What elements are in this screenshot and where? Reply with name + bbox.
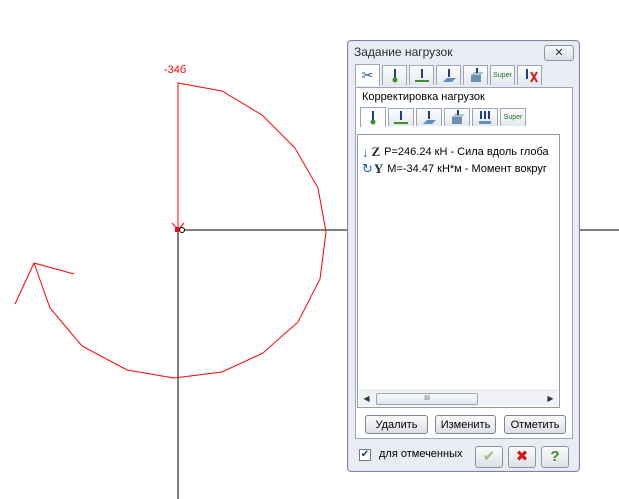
selected-node[interactable] bbox=[175, 227, 179, 232]
correct-icon bbox=[525, 68, 538, 83]
tab-scissors[interactable]: ✂ bbox=[355, 64, 380, 86]
axis-label: Z bbox=[371, 144, 381, 159]
force-arrow-icon: ↓ bbox=[362, 144, 369, 160]
dialog-title-bar[interactable]: Задание нагрузок ✕ bbox=[348, 41, 579, 63]
load-text: P=246.24 кН - Сила вдоль глоба bbox=[384, 146, 549, 158]
close-icon: ✕ bbox=[554, 47, 564, 59]
dialog-title: Задание нагрузок bbox=[354, 45, 453, 59]
subtab-super[interactable]: Super bbox=[500, 108, 526, 126]
multi-load-icon bbox=[479, 110, 491, 124]
tab-node-load[interactable] bbox=[382, 65, 407, 85]
subtab-multi-load[interactable] bbox=[472, 108, 498, 126]
subtab-bar-load[interactable] bbox=[388, 108, 414, 126]
scroll-left-icon[interactable]: ◀ bbox=[361, 393, 372, 404]
tab-plate-load[interactable] bbox=[436, 65, 461, 85]
apply-check-icon: ✔ bbox=[482, 448, 496, 465]
dialog-footer: ✔ для отмеченных ✔ ✖ ? bbox=[359, 446, 574, 468]
axis-label: Y bbox=[373, 161, 384, 176]
close-button[interactable]: ✕ bbox=[544, 45, 574, 61]
delete-button[interactable]: Удалить bbox=[365, 415, 428, 434]
tab-super[interactable]: Super bbox=[490, 65, 515, 85]
load-text: M=-34.47 кН*м - Момент вокруг bbox=[387, 163, 547, 175]
apply-button[interactable]: ✔ bbox=[475, 446, 503, 468]
super-icon: Super bbox=[503, 114, 523, 121]
bar-load-icon bbox=[394, 110, 408, 124]
cancel-button[interactable]: ✖ bbox=[508, 446, 536, 468]
tab-correct[interactable] bbox=[517, 65, 542, 85]
scroll-right-icon[interactable]: ▶ bbox=[545, 393, 556, 404]
group-title: Корректировка нагрузок bbox=[360, 91, 487, 103]
subtab-plate-load[interactable] bbox=[416, 108, 442, 126]
moment-icon: ↻ bbox=[362, 161, 373, 176]
solid-load-icon bbox=[470, 67, 484, 82]
selected-only-checkbox[interactable]: ✔ bbox=[359, 449, 371, 461]
solid-load-icon bbox=[452, 109, 465, 124]
help-icon: ? bbox=[550, 448, 560, 465]
moment-arrow-head-b bbox=[14, 262, 35, 305]
node-load-icon bbox=[370, 110, 376, 124]
tab-solid-load[interactable] bbox=[463, 65, 488, 85]
plate-load-icon bbox=[423, 110, 436, 124]
node-value-label: -34б bbox=[164, 64, 187, 76]
scissors-icon: ✂ bbox=[361, 67, 374, 83]
scroll-thumb[interactable]: III bbox=[376, 393, 478, 405]
loads-list[interactable]: ↓ Z P=246.24 кН - Сила вдоль глоба ↻ Y M… bbox=[357, 134, 560, 408]
tab-bar-load[interactable] bbox=[409, 65, 434, 85]
edit-button[interactable]: Изменить bbox=[435, 415, 496, 434]
node-load-icon bbox=[392, 68, 397, 82]
cancel-x-icon: ✖ bbox=[515, 448, 529, 465]
node-marker[interactable] bbox=[179, 227, 185, 233]
load-dialog: Задание нагрузок ✕ ✂ Super Корректировка… bbox=[347, 40, 580, 472]
help-button[interactable]: ? bbox=[541, 446, 569, 468]
bar-load-icon bbox=[414, 68, 429, 82]
mark-button[interactable]: Отметить bbox=[504, 415, 566, 434]
horizontal-scrollbar[interactable]: ◀ III ▶ bbox=[359, 390, 558, 406]
plate-load-icon bbox=[442, 68, 456, 82]
moment-arrow-head-a bbox=[33, 262, 75, 275]
subtab-node-load[interactable] bbox=[360, 107, 386, 127]
list-item[interactable]: ↻ Y M=-34.47 кН*м - Момент вокруг bbox=[362, 161, 556, 177]
super-icon: Super bbox=[493, 72, 512, 79]
subtab-solid-load[interactable] bbox=[444, 108, 470, 126]
checkbox-label: для отмеченных bbox=[379, 448, 463, 460]
list-item[interactable]: ↓ Z P=246.24 кН - Сила вдоль глоба bbox=[362, 144, 556, 160]
